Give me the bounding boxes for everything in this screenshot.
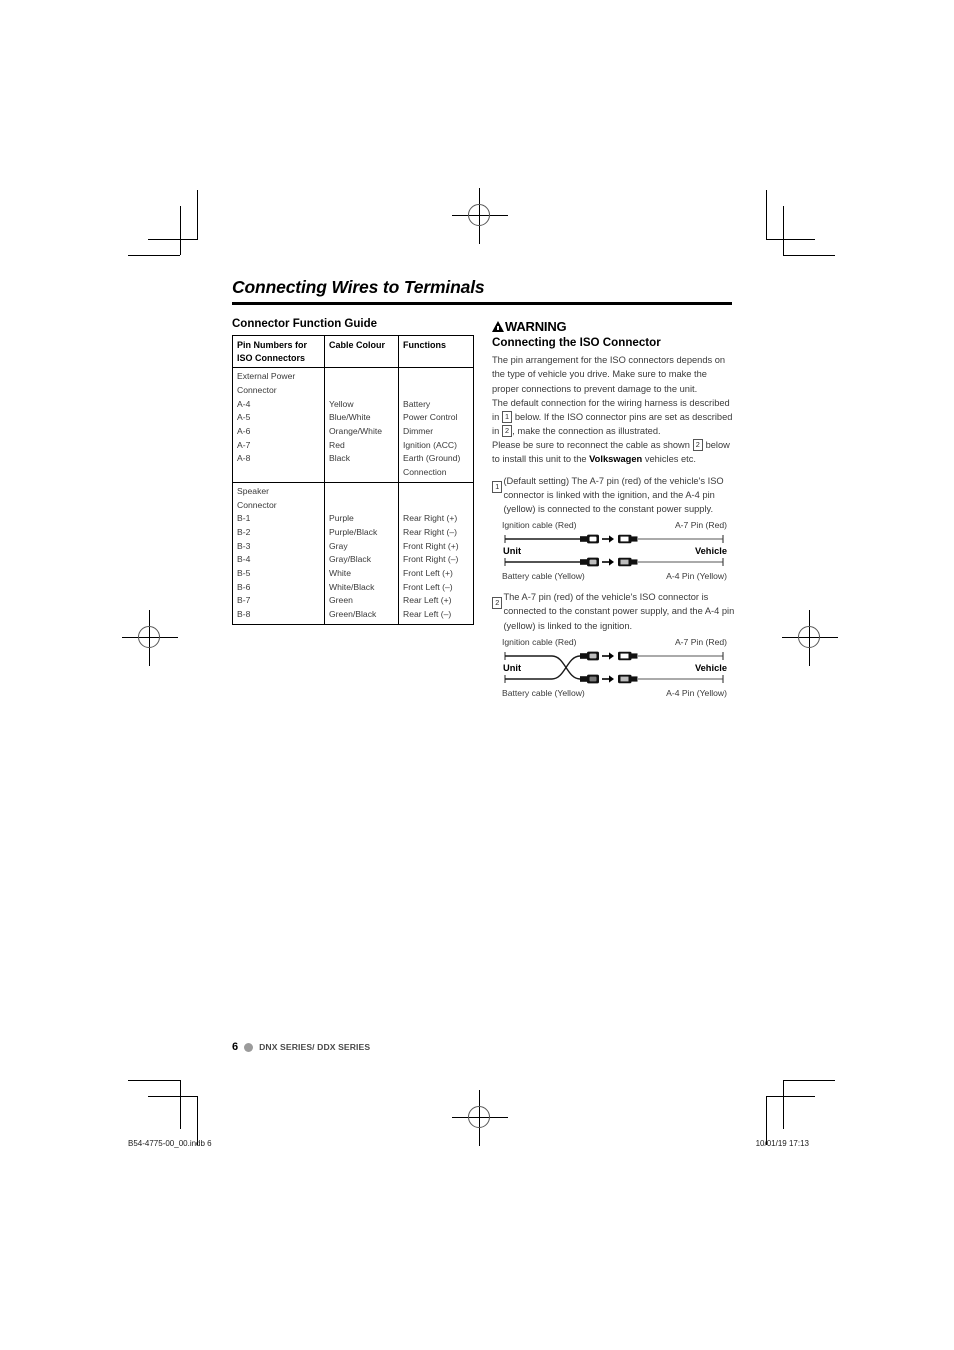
step-2-marker: 2	[492, 597, 503, 609]
step-2-text: The A-7 pin (red) of the vehicle's ISO c…	[503, 592, 735, 631]
diagram-1-top-left-label: Ignition cable (Red)	[502, 520, 577, 531]
crop-mark-top-left	[128, 190, 198, 256]
warning-header: WARNING	[492, 319, 736, 334]
two-column-layout: Connector Function Guide Pin Numbers for…	[232, 317, 734, 699]
table-header-row: Pin Numbers for ISO Connectors Cable Col…	[232, 335, 474, 369]
print-file-info: B54-4775-00_00.indb 6	[128, 1139, 212, 1148]
wiring-diagram-2: Ignition cable (Red) A-7 Pin (Red) Batte…	[502, 637, 727, 699]
crop-mark-bottom-left	[128, 1080, 198, 1145]
warning-triangle-icon	[492, 321, 504, 333]
cell-speaker-colours: Purple Purple/Black Gray Gray/Black Whit…	[324, 481, 399, 625]
step-2-number-wrap: 2	[492, 590, 503, 611]
diagram-1-bottom-right-label: A-4 Pin (Yellow)	[666, 571, 727, 582]
step-marker-2-inline: 2	[501, 425, 513, 437]
step-1: 1 (Default setting) The A-7 pin (red) of…	[492, 474, 736, 516]
step-2-body: The A-7 pin (red) of the vehicle's ISO c…	[503, 590, 736, 632]
step-marker-1-inline: 1	[501, 411, 513, 423]
page-footer: 6 DNX SERIES/ DDX SERIES	[232, 1041, 370, 1053]
cell-external-power-pins: External Power Connector A-4 A-5 A-6 A-7…	[232, 367, 325, 483]
intro-paragraph-1: The pin arrangement for the ISO connecto…	[492, 355, 726, 394]
footer-page-number: 6	[232, 1041, 239, 1053]
diagram-2-top-left-label: Ignition cable (Red)	[502, 636, 577, 647]
crop-mark-top-right	[766, 190, 836, 256]
registration-mark-top	[452, 188, 508, 244]
step-1-marker: 1	[492, 481, 503, 493]
intro-p3-text-a: Please be sure to reconnect the cable as…	[492, 439, 690, 450]
intro-p2-text-c: , make the connection as illustrated.	[512, 425, 661, 436]
step-1-text: (Default setting) The A-7 pin (red) of t…	[503, 476, 724, 515]
connector-function-guide-heading: Connector Function Guide	[232, 317, 378, 330]
registration-mark-left	[122, 610, 178, 666]
step-marker-2-inline-b: 2	[692, 439, 703, 451]
table-row: Speaker Connector B-1 B-2 B-3 B-4 B-5 B-…	[232, 481, 474, 625]
wiring-diagram-1: Ignition cable (Red) A-7 Pin (Red) Batte…	[502, 520, 727, 582]
intro-paragraph-2: The default connection for the wiring ha…	[492, 396, 736, 438]
page-title: Connecting Wires to Terminals	[232, 277, 485, 297]
table-header-pin-numbers: Pin Numbers for ISO Connectors	[232, 335, 325, 369]
intro-p3-text-c: vehicles etc.	[644, 453, 696, 464]
connector-function-table: Pin Numbers for ISO Connectors Cable Col…	[232, 335, 474, 625]
registration-mark-right	[782, 610, 838, 666]
page-header: Connecting Wires to Terminals	[232, 277, 732, 305]
title-rule	[232, 302, 732, 305]
cell-external-power-functions: Battery Power Control Dimmer Ignition (A…	[398, 367, 474, 483]
crop-mark-bottom-right	[766, 1080, 836, 1145]
volkswagen-emphasis: Volkswagen	[589, 453, 643, 464]
diagram-1-top-right-label: A-7 Pin (Red)	[674, 520, 727, 531]
step-1-body: (Default setting) The A-7 pin (red) of t…	[503, 474, 736, 516]
footer-dot-icon	[244, 1042, 254, 1052]
table-row: External Power Connector A-4 A-5 A-6 A-7…	[232, 367, 474, 483]
cell-external-power-colours: Yellow Blue/White Orange/White Red Black	[324, 367, 399, 483]
diagram-1-cables	[504, 534, 724, 567]
diagram-2-bottom-right-label: A-4 Pin (Yellow)	[666, 687, 727, 698]
cell-speaker-functions: Rear Right (+) Rear Right (–) Front Righ…	[398, 481, 474, 625]
print-timestamp: 10/01/19 17:13	[755, 1139, 809, 1148]
step-1-number-wrap: 1	[492, 474, 503, 495]
diagram-2-top-right-label: A-7 Pin (Red)	[674, 636, 727, 647]
left-column: Connector Function Guide Pin Numbers for…	[232, 317, 478, 699]
intro-paragraph-3: Please be sure to reconnect the cable as…	[492, 438, 736, 466]
registration-mark-bottom	[452, 1090, 508, 1146]
table-header-cable-colour: Cable Colour	[324, 335, 399, 369]
diagram-2-bottom-left-label: Battery cable (Yellow)	[502, 687, 585, 698]
footer-series-text: DNX SERIES/ DDX SERIES	[259, 1042, 371, 1052]
warning-label: WARNING	[505, 318, 567, 334]
table-header-functions: Functions	[398, 335, 474, 369]
diagram-1-bottom-left-label: Battery cable (Yellow)	[502, 571, 585, 582]
diagram-2-cables-crossed	[504, 651, 724, 684]
right-column: WARNING Connecting the ISO Connector The…	[492, 317, 736, 699]
cell-speaker-pins: Speaker Connector B-1 B-2 B-3 B-4 B-5 B-…	[232, 481, 325, 625]
step-2: 2 The A-7 pin (red) of the vehicle's ISO…	[492, 590, 736, 632]
page-content: Connecting Wires to Terminals Connector …	[232, 277, 734, 699]
connecting-iso-connector-heading: Connecting the ISO Connector	[492, 335, 661, 349]
